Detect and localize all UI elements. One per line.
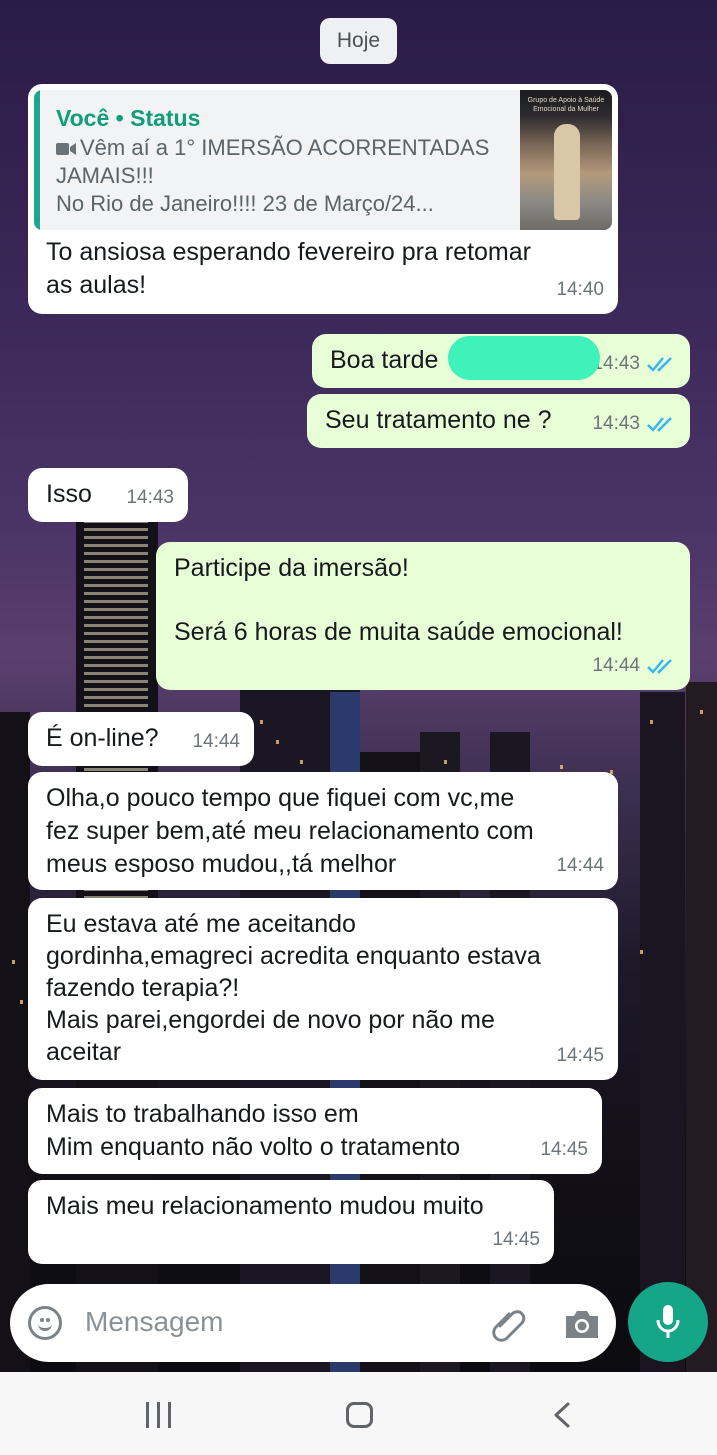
message-meta: 14:43 bbox=[126, 481, 174, 514]
message-text: Eu estava até me aceitando gordinha,emag… bbox=[46, 910, 541, 1066]
message-text: É on-line? bbox=[46, 724, 159, 752]
quote-accent-bar bbox=[34, 90, 40, 230]
read-receipt-icon bbox=[647, 658, 672, 674]
message-time: 14:44 bbox=[592, 655, 640, 676]
message-time: 14:44 bbox=[556, 855, 604, 876]
message-incoming[interactable]: Mais meu relacionamento mudou muito 14:4… bbox=[28, 1180, 554, 1264]
camera-icon[interactable] bbox=[562, 1306, 602, 1342]
redaction-mark bbox=[448, 336, 600, 380]
read-receipt-icon bbox=[647, 416, 672, 432]
message-time: 14:45 bbox=[540, 1139, 588, 1160]
recent-apps-button[interactable] bbox=[146, 1402, 172, 1428]
message-time: 14:43 bbox=[592, 413, 640, 434]
message-incoming[interactable]: É on-line? 14:44 bbox=[28, 712, 254, 766]
quoted-status-line2: No Rio de Janeiro!!!! 23 de Março/24... bbox=[56, 191, 434, 216]
read-receipt-icon bbox=[647, 356, 672, 372]
message-text: Participe da imersão! Será 6 horas de mu… bbox=[174, 554, 623, 646]
message-input[interactable]: Mensagem bbox=[85, 1306, 224, 1338]
message-composer[interactable]: Mensagem bbox=[10, 1284, 616, 1362]
message-time: 14:40 bbox=[556, 279, 604, 300]
message-time: 14:45 bbox=[492, 1229, 540, 1250]
message-time: 14:43 bbox=[592, 353, 640, 374]
thumbnail-figure bbox=[554, 124, 580, 220]
message-text: Olha,o pouco tempo que fiquei com vc,me … bbox=[46, 784, 534, 878]
quoted-status-title: Você • Status bbox=[56, 105, 201, 131]
system-navigation-bar bbox=[0, 1372, 717, 1455]
message-text: To ansiosa esperando fevereiro pra retom… bbox=[46, 238, 531, 299]
message-outgoing[interactable]: Seu tratamento ne ? 14:43 bbox=[307, 394, 690, 448]
message-meta: 14:43 bbox=[592, 347, 676, 380]
quoted-status[interactable]: Você • Status Vêm aí a 1° IMERSÃO ACORRE… bbox=[34, 90, 612, 230]
message-incoming[interactable]: Isso 14:43 bbox=[28, 468, 188, 522]
microphone-icon bbox=[656, 1305, 680, 1338]
quoted-status-body: Vêm aí a 1° IMERSÃO ACORRENTADAS JAMAIS!… bbox=[56, 134, 526, 218]
message-incoming[interactable]: Você • Status Vêm aí a 1° IMERSÃO ACORRE… bbox=[28, 84, 618, 314]
message-outgoing[interactable]: Participe da imersão! Será 6 horas de mu… bbox=[156, 542, 690, 690]
thumbnail-caption: Grupo de Apoio à Saúde Emocional da Mulh… bbox=[527, 97, 605, 113]
message-meta: 14:45 bbox=[540, 1133, 588, 1166]
message-text: Seu tratamento ne ? bbox=[325, 406, 552, 434]
message-meta: 14:44 bbox=[192, 725, 240, 758]
message-text: Boa tarde bbox=[330, 346, 439, 374]
message-time: 14:43 bbox=[126, 487, 174, 508]
message-meta: 14:45 bbox=[492, 1223, 540, 1256]
emoji-icon[interactable] bbox=[28, 1306, 62, 1340]
home-button[interactable] bbox=[346, 1402, 373, 1428]
back-button[interactable] bbox=[550, 1402, 574, 1428]
message-incoming[interactable]: Eu estava até me aceitando gordinha,emag… bbox=[28, 898, 618, 1080]
message-meta: 14:43 bbox=[592, 407, 676, 440]
message-meta: 14:44 bbox=[556, 849, 604, 882]
message-meta: 14:40 bbox=[556, 273, 604, 306]
status-thumbnail[interactable]: Grupo de Apoio à Saúde Emocional da Mulh… bbox=[520, 90, 612, 230]
message-text: Isso bbox=[46, 480, 92, 508]
quoted-status-line1: Vêm aí a 1° IMERSÃO ACORRENTADAS JAMAIS!… bbox=[56, 135, 490, 188]
message-meta: 14:44 bbox=[592, 649, 676, 682]
message-time: 14:45 bbox=[556, 1045, 604, 1066]
message-text: Mais to trabalhando isso em Mim enquanto… bbox=[46, 1100, 461, 1161]
chat-area[interactable]: Hoje Você • Status Vêm aí a 1° IMERSÃO A… bbox=[0, 0, 717, 1372]
message-time: 14:44 bbox=[192, 731, 240, 752]
message-incoming[interactable]: Mais to trabalhando isso em Mim enquanto… bbox=[28, 1088, 602, 1174]
date-chip: Hoje bbox=[320, 18, 397, 64]
message-meta: 14:45 bbox=[556, 1039, 604, 1072]
video-camera-icon bbox=[56, 143, 76, 156]
microphone-button[interactable] bbox=[628, 1282, 708, 1362]
paperclip-icon[interactable] bbox=[488, 1304, 528, 1344]
message-incoming[interactable]: Olha,o pouco tempo que fiquei com vc,me … bbox=[28, 772, 618, 890]
message-text: Mais meu relacionamento mudou muito bbox=[46, 1192, 484, 1220]
